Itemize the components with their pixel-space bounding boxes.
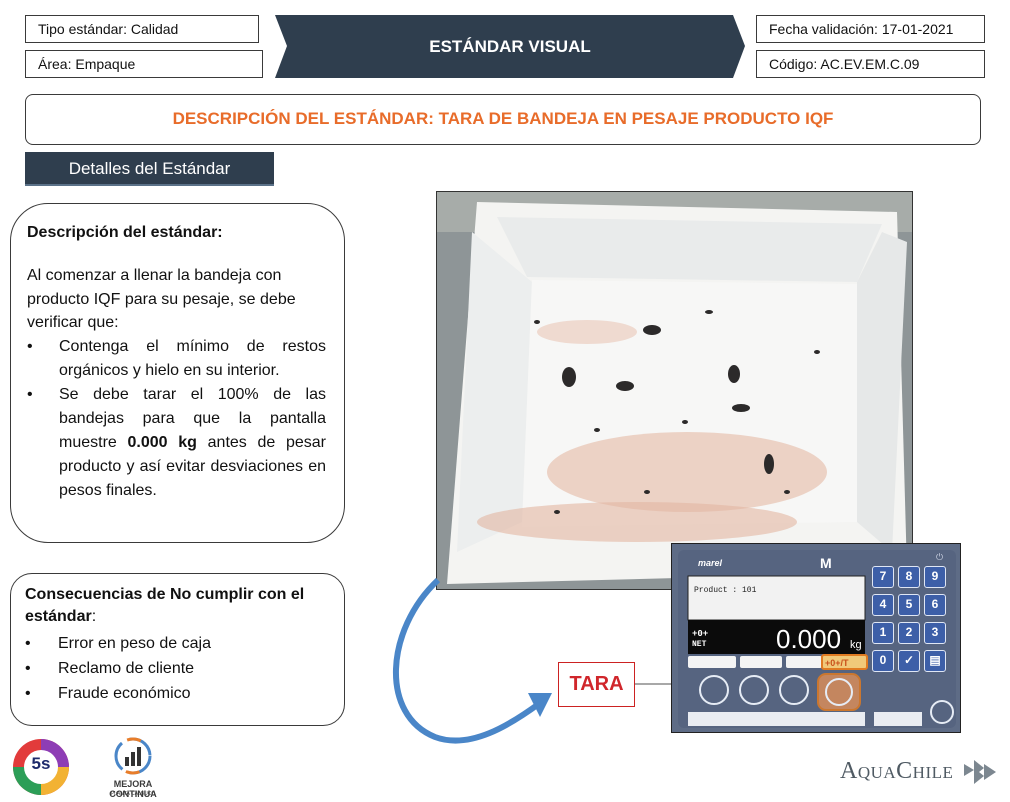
five-s-logo: 5s: [10, 737, 72, 797]
area-field: Área: Empaque: [25, 50, 263, 78]
tara-callout: TARA: [558, 662, 635, 707]
banner-title: ESTÁNDAR VISUAL: [429, 37, 591, 56]
scale-brand: marel: [698, 558, 723, 568]
keypad-key[interactable]: 9: [924, 566, 946, 588]
consequences-heading: Consecuencias de No cumplir con el están…: [25, 586, 305, 625]
consequences-card: Consecuencias de No cumplir con el están…: [10, 573, 345, 726]
mejora-sub-text: PLANTA CALBUCO: [110, 791, 156, 797]
keypad-key[interactable]: ▤: [924, 650, 946, 672]
aquachile-fish-icon: [964, 760, 996, 784]
mejora-continua-logo: MEJORA CONTINUA PLANTA CALBUCO: [92, 735, 174, 799]
keypad-key[interactable]: 1: [872, 622, 894, 644]
keypad-key[interactable]: ✓: [898, 650, 920, 672]
consequence-item: Reclamo de cliente: [25, 656, 330, 681]
description-bullets: Contenga el mínimo de restos orgánicos y…: [27, 335, 326, 503]
standard-title: DESCRIPCIÓN DEL ESTÁNDAR: TARA DE BANDEJ…: [25, 94, 981, 145]
svg-text:M: M: [820, 555, 832, 571]
consequence-item: Fraude económico: [25, 681, 330, 706]
fecha-validacion-field: Fecha validación: 17-01-2021: [756, 15, 985, 43]
scale-keypad: 7 8 9 4 5 6 1 2 3 0 ✓ ▤: [872, 566, 946, 672]
description-bullet: Se debe tarar el 100% de las bandejas pa…: [27, 383, 326, 503]
five-s-text: 5s: [31, 754, 51, 773]
keypad-key[interactable]: 6: [924, 594, 946, 616]
scale-terminal: marel M ⏻ Product : 101 +0+ NET 0.000 kg…: [671, 543, 961, 733]
consequence-item: Error en peso de caja: [25, 631, 330, 656]
aquachile-logo: AquaChile: [840, 758, 996, 785]
scale-product-line: Product : 101: [694, 586, 757, 595]
scale-tare-key-label: +0+/T: [825, 658, 849, 668]
scale-net-label: NET: [692, 640, 707, 649]
keypad-key[interactable]: 8: [898, 566, 920, 588]
details-tab: Detalles del Estándar: [25, 152, 274, 186]
scale-unit: kg: [850, 639, 862, 651]
codigo-field: Código: AC.EV.EM.C.09: [756, 50, 985, 78]
keypad-key[interactable]: 2: [898, 622, 920, 644]
keypad-key[interactable]: 4: [872, 594, 894, 616]
svg-text:⏻: ⏻: [936, 552, 943, 562]
description-bullet: Contenga el mínimo de restos orgánicos y…: [27, 335, 326, 383]
svg-text:+0+: +0+: [692, 629, 708, 639]
description-card: Descripción del estándar: Al comenzar a …: [10, 203, 345, 543]
keypad-key[interactable]: 0: [872, 650, 894, 672]
tipo-estandar-field: Tipo estándar: Calidad: [25, 15, 259, 43]
banner-estandar-visual: ESTÁNDAR VISUAL: [275, 15, 745, 78]
target-weight: 0.000 kg: [127, 433, 197, 451]
curved-arrow-icon: [392, 577, 552, 744]
description-intro: Al comenzar a llenar la bandeja con prod…: [27, 267, 296, 331]
description-heading: Descripción del estándar:: [27, 224, 223, 241]
aquachile-text: AquaChile: [840, 758, 954, 784]
keypad-key[interactable]: 5: [898, 594, 920, 616]
keypad-key[interactable]: 3: [924, 622, 946, 644]
tray-photo: [436, 191, 913, 590]
keypad-key[interactable]: 7: [872, 566, 894, 588]
consequences-list: Error en peso de caja Reclamo de cliente…: [25, 631, 330, 706]
mejora-continua-icon: [114, 737, 152, 775]
scale-reading: 0.000: [776, 624, 841, 654]
